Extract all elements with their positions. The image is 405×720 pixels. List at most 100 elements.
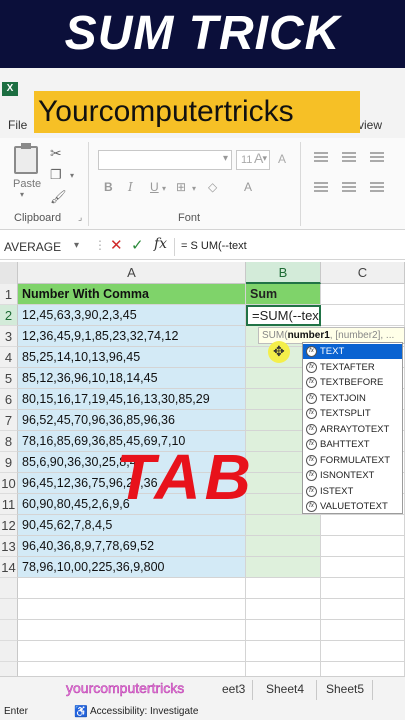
empty-cell[interactable] bbox=[321, 578, 405, 599]
underline-button[interactable]: U bbox=[150, 180, 159, 194]
font-size-select[interactable]: 11 bbox=[236, 150, 270, 170]
column-header-a[interactable]: A bbox=[18, 262, 246, 284]
cell-number-with-comma[interactable]: 80,15,16,17,19,45,16,13,30,85,29 bbox=[18, 389, 246, 410]
autocomplete-item[interactable]: fx ISTEXT bbox=[303, 484, 402, 499]
cell-c[interactable] bbox=[321, 515, 405, 536]
cell-sum[interactable] bbox=[246, 515, 321, 536]
cell-number-with-comma[interactable]: 12,45,63,3,90,2,3,45 bbox=[18, 305, 246, 326]
autocomplete-item[interactable]: fx TEXTJOIN bbox=[303, 391, 402, 406]
paste-button-label[interactable]: Paste bbox=[13, 178, 41, 190]
font-name-select[interactable] bbox=[98, 150, 232, 170]
italic-button[interactable]: I bbox=[128, 180, 133, 194]
sheet-tab-5[interactable]: Sheet5 bbox=[326, 682, 364, 696]
align-center-icon[interactable] bbox=[342, 182, 356, 192]
chevron-down-icon[interactable]: ▾ bbox=[162, 184, 166, 193]
row-header[interactable]: 13 bbox=[0, 536, 18, 557]
paste-icon[interactable] bbox=[14, 143, 38, 174]
align-right-icon[interactable] bbox=[370, 182, 384, 192]
row-header[interactable]: 2 bbox=[0, 305, 18, 326]
row-header[interactable]: 8 bbox=[0, 431, 18, 452]
cell-c[interactable] bbox=[321, 305, 405, 326]
row-header[interactable]: 9 bbox=[0, 452, 18, 473]
cut-icon[interactable]: ✂ bbox=[50, 145, 62, 162]
font-color-icon[interactable]: A bbox=[244, 180, 252, 194]
header-cell-number-with-comma[interactable]: Number With Comma bbox=[18, 284, 246, 305]
align-left-icon[interactable] bbox=[314, 182, 328, 192]
sheet-tab-3[interactable]: eet3 bbox=[222, 682, 245, 696]
cell-number-with-comma[interactable]: 12,36,45,9,1,85,23,32,74,12 bbox=[18, 326, 246, 347]
accessibility-icon[interactable]: ♿ bbox=[74, 705, 88, 718]
row-header[interactable] bbox=[0, 599, 18, 620]
borders-icon[interactable]: ⊞ bbox=[176, 180, 186, 194]
cell-c[interactable] bbox=[321, 284, 405, 305]
empty-cell[interactable] bbox=[18, 641, 246, 662]
row-header[interactable]: 11 bbox=[0, 494, 18, 515]
row-header[interactable]: 3 bbox=[0, 326, 18, 347]
autocomplete-item[interactable]: fx TEXTBEFORE bbox=[303, 375, 402, 390]
row-header[interactable] bbox=[0, 578, 18, 599]
row-header[interactable]: 10 bbox=[0, 473, 18, 494]
cell-number-with-comma[interactable]: 78,96,10,00,225,36,9,800 bbox=[18, 557, 246, 578]
copy-icon[interactable]: ❐ bbox=[50, 167, 62, 183]
empty-cell[interactable] bbox=[18, 620, 246, 641]
grow-font-icon[interactable]: A bbox=[254, 150, 263, 166]
autocomplete-item[interactable]: fx ISNONTEXT bbox=[303, 468, 402, 483]
cell-c[interactable] bbox=[321, 536, 405, 557]
column-header-b[interactable]: B bbox=[246, 262, 321, 284]
tab-view[interactable]: view bbox=[358, 118, 382, 132]
row-header[interactable]: 4 bbox=[0, 347, 18, 368]
select-all-corner[interactable] bbox=[0, 262, 18, 284]
align-top-icon[interactable] bbox=[314, 152, 328, 162]
accessibility-status[interactable]: Accessibility: Investigate bbox=[90, 706, 198, 717]
autocomplete-item[interactable]: fx TEXT bbox=[303, 344, 402, 359]
autocomplete-item[interactable]: fx ARRAYTOTEXT bbox=[303, 422, 402, 437]
align-middle-icon[interactable] bbox=[342, 152, 356, 162]
formula-input[interactable]: = S UM(--text bbox=[181, 240, 247, 252]
empty-cell[interactable] bbox=[18, 578, 246, 599]
clipboard-launcher-icon[interactable]: ⌟ bbox=[78, 212, 82, 223]
empty-cell[interactable] bbox=[246, 641, 321, 662]
fill-color-icon[interactable]: ◇ bbox=[208, 180, 217, 194]
column-header-c[interactable]: C bbox=[321, 262, 405, 284]
active-cell-b2[interactable]: =SUM(--text bbox=[246, 305, 321, 326]
enter-check-icon[interactable]: ✓ bbox=[131, 236, 144, 254]
empty-cell[interactable] bbox=[18, 599, 246, 620]
autocomplete-item[interactable]: fx VALUETOTEXT bbox=[303, 499, 402, 514]
row-header[interactable] bbox=[0, 620, 18, 641]
autocomplete-item[interactable]: fx TEXTSPLIT bbox=[303, 406, 402, 421]
empty-cell[interactable] bbox=[246, 620, 321, 641]
autocomplete-item[interactable]: fx TEXTAFTER bbox=[303, 360, 402, 375]
header-cell-sum[interactable]: Sum bbox=[246, 284, 321, 305]
autocomplete-item[interactable]: fx FORMULATEXT bbox=[303, 453, 402, 468]
format-painter-icon[interactable]: 🖌 bbox=[50, 189, 67, 205]
row-header[interactable]: 6 bbox=[0, 389, 18, 410]
cell-number-with-comma[interactable]: 96,40,36,8,9,7,78,69,52 bbox=[18, 536, 246, 557]
cell-number-with-comma[interactable]: 96,52,45,70,96,36,85,96,36 bbox=[18, 410, 246, 431]
insert-function-icon[interactable]: fx bbox=[154, 236, 167, 252]
row-header[interactable]: 7 bbox=[0, 410, 18, 431]
chevron-down-icon[interactable]: ▾ bbox=[20, 190, 24, 199]
align-bottom-icon[interactable] bbox=[370, 152, 384, 162]
cell-sum[interactable] bbox=[246, 557, 321, 578]
cell-number-with-comma[interactable]: 85,12,36,96,10,18,14,45 bbox=[18, 368, 246, 389]
sheet-tab-4[interactable]: Sheet4 bbox=[266, 682, 304, 696]
empty-cell[interactable] bbox=[246, 578, 321, 599]
empty-cell[interactable] bbox=[321, 620, 405, 641]
row-header[interactable]: 1 bbox=[0, 284, 18, 305]
chevron-down-icon[interactable]: ▾ bbox=[74, 240, 79, 251]
chevron-down-icon[interactable]: ▾ bbox=[70, 171, 74, 180]
cell-number-with-comma[interactable]: 90,45,62,7,8,4,5 bbox=[18, 515, 246, 536]
autocomplete-item[interactable]: fx BAHTTEXT bbox=[303, 437, 402, 452]
cell-number-with-comma[interactable]: 85,25,14,10,13,96,45 bbox=[18, 347, 246, 368]
cell-sum[interactable] bbox=[246, 536, 321, 557]
empty-cell[interactable] bbox=[321, 599, 405, 620]
chevron-down-icon[interactable]: ▾ bbox=[192, 184, 196, 193]
tab-file[interactable]: File bbox=[8, 118, 27, 132]
row-header[interactable]: 5 bbox=[0, 368, 18, 389]
shrink-font-icon[interactable]: A bbox=[278, 152, 286, 166]
bold-button[interactable]: B bbox=[104, 180, 113, 194]
empty-cell[interactable] bbox=[321, 641, 405, 662]
cancel-icon[interactable]: ✕ bbox=[110, 236, 123, 254]
empty-cell[interactable] bbox=[246, 599, 321, 620]
row-header[interactable]: 14 bbox=[0, 557, 18, 578]
